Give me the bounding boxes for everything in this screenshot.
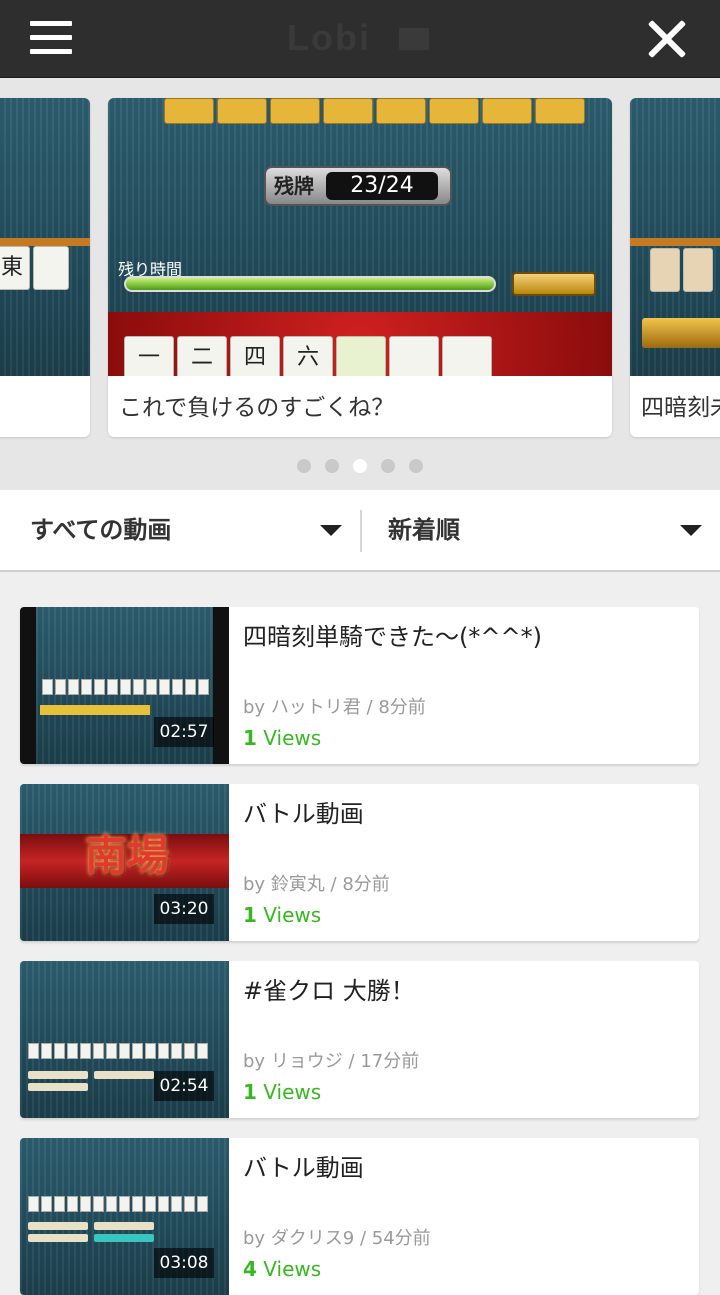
- featured-carousel[interactable]: 東 残牌 23/24 残り時間 一 二 四 六 これで負けるのすごくね？ 四暗刻: [0, 78, 720, 490]
- lobi-logo[interactable]: Lobi: [287, 18, 433, 58]
- view-count: 1 Views: [243, 726, 322, 750]
- filter-bar: すべての動画 新着順: [0, 490, 720, 572]
- view-count: 1 Views: [243, 903, 322, 927]
- video-list-item[interactable]: 南場 03:20 バトル動画 by 鈴寅丸 / 8分前 1 Views: [20, 784, 699, 941]
- pagination-dot[interactable]: [297, 459, 311, 473]
- hamburger-menu-icon[interactable]: [30, 20, 74, 56]
- video-duration: 03:08: [154, 1248, 214, 1278]
- carousel-caption: 四暗刻未: [641, 395, 720, 421]
- carousel-slide-next[interactable]: 四暗刻未: [630, 98, 720, 437]
- video-duration: 02:54: [154, 1071, 214, 1101]
- chevron-down-icon: [680, 525, 702, 536]
- view-count: 1 Views: [243, 1080, 322, 1104]
- pagination-dot-active[interactable]: [353, 459, 367, 473]
- tile-east: 東: [0, 246, 30, 290]
- carousel-thumbnail: [630, 98, 720, 376]
- chevron-down-icon: [320, 525, 342, 536]
- carousel-caption: これで負けるのすごくね？: [119, 395, 395, 421]
- game-gold-button: [512, 272, 596, 296]
- carousel-pagination: [0, 459, 720, 473]
- video-thumbnail: 02:57: [20, 607, 229, 764]
- video-duration: 02:57: [154, 717, 214, 747]
- close-icon[interactable]: [646, 18, 688, 60]
- video-thumbnail: 南場 03:20: [20, 784, 229, 941]
- video-thumbnail: 02:54: [20, 961, 229, 1118]
- video-title: #雀クロ 大勝！: [243, 977, 415, 1005]
- video-title: バトル動画: [243, 800, 364, 828]
- video-meta: by リョウジ / 17分前: [243, 1051, 420, 1072]
- view-count: 4 Views: [243, 1257, 322, 1281]
- carousel-thumbnail: 残牌 23/24 残り時間 一 二 四 六: [108, 98, 612, 376]
- video-meta: by ハットリ君 / 8分前: [243, 697, 426, 718]
- carousel-slide-active[interactable]: 残牌 23/24 残り時間 一 二 四 六 これで負けるのすごくね？: [108, 98, 612, 437]
- video-meta: by ダクリス9 / 54分前: [243, 1228, 431, 1249]
- video-title: バトル動画: [243, 1154, 364, 1182]
- filter-divider: [360, 510, 362, 552]
- timer-bar: [124, 276, 496, 292]
- video-list-item[interactable]: 02:57 四暗刻単騎できた〜(*^^*) by ハットリ君 / 8分前 1 V…: [20, 607, 699, 764]
- video-thumbnail: 03:08: [20, 1138, 229, 1295]
- video-list-item[interactable]: 03:08 バトル動画 by ダクリス9 / 54分前 4 Views: [20, 1138, 699, 1295]
- south-round-emblem: 南場: [84, 831, 169, 880]
- carousel-thumbnail: 東: [0, 98, 90, 376]
- video-list-item[interactable]: 02:54 #雀クロ 大勝！ by リョウジ / 17分前 1 Views: [20, 961, 699, 1118]
- video-title: 四暗刻単騎できた〜(*^^*): [243, 623, 542, 651]
- video-duration: 03:20: [154, 894, 214, 924]
- app-header: Lobi: [0, 0, 720, 78]
- carousel-slide-prev[interactable]: 東: [0, 98, 90, 437]
- remaining-tiles-plate: 残牌 23/24: [264, 166, 452, 206]
- category-dropdown[interactable]: すべての動画: [30, 490, 344, 570]
- pagination-dot[interactable]: [381, 459, 395, 473]
- sort-dropdown[interactable]: 新着順: [388, 490, 704, 570]
- pagination-dot[interactable]: [325, 459, 339, 473]
- pagination-dot[interactable]: [409, 459, 423, 473]
- video-meta: by 鈴寅丸 / 8分前: [243, 874, 390, 895]
